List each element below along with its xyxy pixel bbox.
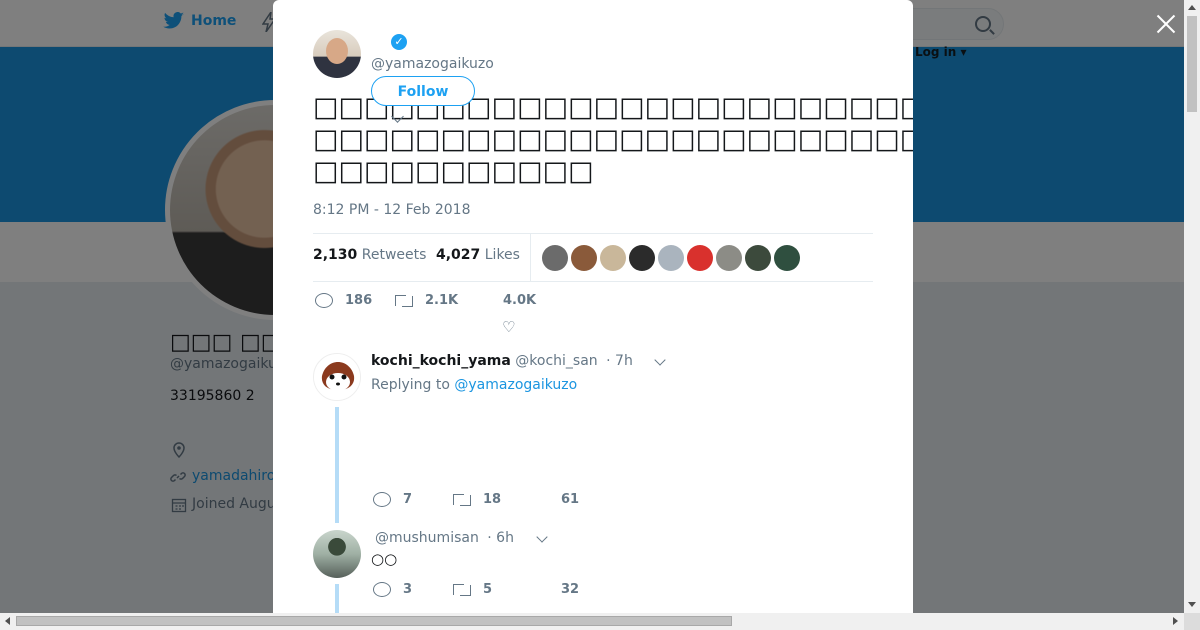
tweet-modal: ✓ @yamazogaikuzo □□□□□□□□□□□□□□□□□□□□□□□…	[273, 0, 913, 613]
liker-avatar[interactable]	[600, 245, 626, 271]
reply-author[interactable]: kochi_kochi_yama @kochi_san · 7h	[371, 353, 633, 369]
verified-badge-icon: ✓	[391, 34, 407, 50]
author-handle[interactable]: @yamazogaikuzo	[371, 56, 494, 72]
likes-label: Likes	[484, 247, 520, 263]
tweet-stats: 2,130 Retweets 4,027 Likes	[313, 233, 873, 282]
scroll-left-arrow-icon[interactable]	[5, 617, 10, 625]
liker-avatar[interactable]	[716, 245, 742, 271]
retweet-icon	[453, 583, 471, 596]
login-link[interactable]: Log in ▾	[915, 45, 967, 59]
reply-count: 3	[403, 582, 413, 597]
reply-icon	[373, 582, 391, 597]
reply-actions: 7 18 61	[371, 492, 631, 510]
horizontal-scrollbar[interactable]	[0, 613, 1184, 630]
tweet-text: □□□□□□□□□□□□□□□□□□□□□□□□ □□□□□□□□□□□□□□□□…	[313, 92, 913, 187]
reply-time: · 7h	[606, 353, 633, 369]
liker-avatars	[542, 245, 800, 271]
liker-avatar[interactable]	[687, 245, 713, 271]
horizontal-scroll-thumb[interactable]	[16, 616, 732, 626]
reply-handle: @kochi_san	[515, 353, 598, 369]
like-button[interactable]: 61	[561, 492, 579, 507]
retweet-count: 2.1K	[425, 293, 459, 308]
retweet-count: 5	[483, 582, 493, 597]
liker-avatar[interactable]	[774, 245, 800, 271]
reply-avatar[interactable]	[313, 353, 361, 401]
scroll-down-arrow-icon[interactable]	[1188, 602, 1196, 607]
retweets-label: Retweets	[361, 247, 427, 263]
liker-avatar[interactable]	[542, 245, 568, 271]
close-icon[interactable]	[1154, 12, 1178, 36]
vertical-scrollbar[interactable]	[1184, 0, 1200, 613]
reply-item: kochi_kochi_yama @kochi_san · 7h Replyin…	[313, 353, 873, 523]
reply-button[interactable]: 3	[373, 582, 412, 597]
reply-button[interactable]: 186	[315, 293, 372, 308]
liker-avatar[interactable]	[658, 245, 684, 271]
thread-line	[335, 584, 339, 613]
likes-stat[interactable]: 4,027 Likes	[436, 247, 520, 263]
like-count: 4.0K	[503, 293, 537, 308]
vertical-scroll-thumb[interactable]	[1187, 16, 1197, 112]
reply-item: @mushumisan · 6h ○○ 3 5 32	[313, 530, 873, 613]
scroll-up-arrow-icon[interactable]	[1188, 5, 1196, 10]
like-count: 32	[561, 582, 580, 597]
follow-button[interactable]: Follow	[371, 76, 475, 106]
reply-icon	[315, 293, 333, 308]
reply-author[interactable]: @mushumisan · 6h	[375, 530, 514, 546]
chevron-down-icon[interactable]	[654, 354, 666, 366]
like-button[interactable]: 4.0K	[503, 293, 536, 308]
retweet-count: 18	[483, 492, 502, 507]
retweet-button[interactable]: 18	[453, 492, 501, 507]
scroll-right-arrow-icon[interactable]	[1173, 617, 1178, 625]
retweets-stat[interactable]: 2,130 Retweets	[313, 247, 426, 263]
reply-count: 7	[403, 492, 413, 507]
reply-handle: @mushumisan	[375, 530, 479, 546]
thread-line	[335, 407, 339, 523]
retweets-count: 2,130	[313, 247, 358, 263]
liker-avatar[interactable]	[571, 245, 597, 271]
author-avatar[interactable]	[313, 30, 361, 78]
reply-time: · 6h	[487, 530, 514, 546]
stats-divider	[530, 234, 531, 281]
retweet-button[interactable]: 5	[453, 582, 492, 597]
reply-button[interactable]: 7	[373, 492, 412, 507]
reply-text: ○○	[371, 550, 398, 568]
reply-display-name: kochi_kochi_yama	[371, 353, 511, 369]
like-count: 61	[561, 492, 580, 507]
replying-to-link[interactable]: @yamazogaikuzo	[454, 377, 577, 393]
tweet-timestamp[interactable]: 8:12 PM - 12 Feb 2018	[313, 202, 471, 218]
retweet-icon	[395, 294, 413, 307]
liker-avatar[interactable]	[629, 245, 655, 271]
liker-avatar[interactable]	[745, 245, 771, 271]
red-panda-avatar-icon	[314, 354, 360, 400]
heart-icon[interactable]: ♡	[502, 318, 515, 336]
reply-actions: 3 5 32	[371, 582, 631, 600]
reply-icon	[373, 492, 391, 507]
chevron-down-icon[interactable]	[536, 531, 548, 543]
likes-count: 4,027	[436, 247, 481, 263]
retweet-icon	[453, 493, 471, 506]
replying-prefix: Replying to	[371, 377, 450, 393]
like-button[interactable]: 32	[561, 582, 579, 597]
scrollbar-corner	[1184, 613, 1200, 630]
reply-avatar[interactable]	[313, 530, 361, 578]
replying-to: Replying to @yamazogaikuzo	[371, 377, 577, 393]
tweet-actions: 186 2.1K 4.0K	[313, 293, 613, 313]
retweet-button[interactable]: 2.1K	[395, 293, 458, 308]
reply-count: 186	[345, 293, 373, 308]
